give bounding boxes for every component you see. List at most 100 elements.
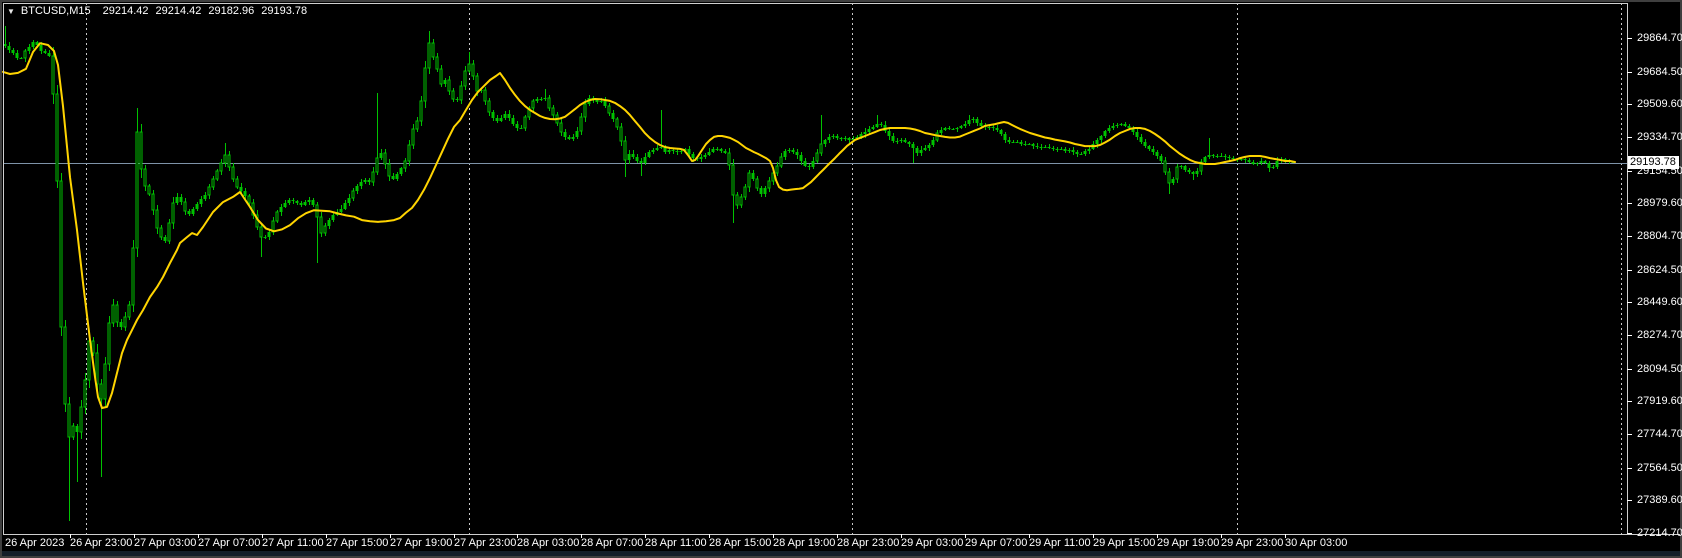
candle-body [416, 121, 418, 129]
candle-body [72, 426, 74, 437]
candle-body [548, 98, 550, 108]
candle-body [428, 43, 430, 68]
candle-body [1016, 142, 1019, 143]
candle-body [864, 132, 867, 134]
candle-body [476, 76, 478, 91]
candle-body [904, 140, 907, 142]
price-axis-label: 27389.60 [1637, 494, 1681, 506]
candle-body [340, 209, 343, 212]
candle-body [28, 47, 31, 51]
candle-body [576, 131, 579, 137]
candle-body [216, 171, 218, 179]
candle-body [424, 68, 426, 101]
candle-body [920, 150, 923, 153]
candle-body [604, 101, 607, 106]
candle-body [868, 129, 871, 132]
candle-body [472, 64, 474, 76]
candle-body [564, 132, 567, 137]
candle-body [572, 137, 575, 139]
candle-body [844, 138, 847, 139]
candle-body [24, 51, 26, 58]
candle-body [840, 138, 843, 139]
candle-body [1116, 125, 1119, 126]
candle-body [820, 144, 822, 153]
time-axis-label: 28 Apr 03:00 [517, 537, 579, 549]
candle-body [932, 140, 935, 145]
candle-body [948, 128, 951, 129]
candle-body [980, 123, 983, 126]
time-axis-label: 29 Apr 23:00 [1221, 537, 1283, 549]
candle-body [944, 128, 947, 130]
candle-body [148, 186, 150, 194]
ohlc-close-value: 29193.78 [261, 5, 307, 18]
candle-body [1232, 158, 1235, 159]
candle-body [720, 149, 723, 151]
candle-body [1168, 172, 1170, 183]
candle-body [160, 228, 162, 237]
candle-body [708, 152, 711, 155]
price-axis-label: 27564.50 [1637, 462, 1681, 474]
candle-body [520, 128, 523, 129]
candle-body [156, 210, 158, 228]
candle-body [196, 204, 199, 209]
candle-body [456, 99, 459, 100]
candle-body [1156, 152, 1159, 156]
candle-body [1252, 162, 1255, 164]
candle-body [224, 155, 226, 163]
candle-body [1208, 155, 1211, 157]
candle-body [420, 101, 422, 121]
candle-body [724, 151, 727, 153]
candle-body [1020, 142, 1023, 144]
candle-body [1080, 154, 1083, 155]
candle-body [396, 174, 399, 179]
time-axis-label: 29 Apr 03:00 [901, 537, 963, 549]
candle-body [228, 155, 230, 167]
candle-body [736, 195, 738, 205]
candle-body [524, 117, 526, 128]
candle-body [448, 80, 450, 91]
candle-body [740, 197, 742, 205]
symbol-dropdown-icon[interactable]: ▼ [7, 5, 15, 18]
candle-body [320, 217, 322, 233]
candle-body [1172, 179, 1175, 183]
candle-body [880, 124, 883, 125]
candle-body [792, 150, 795, 152]
candle-body [264, 237, 267, 238]
candle-body [596, 100, 599, 102]
price-axis-label: 29864.70 [1637, 32, 1681, 44]
candle-body [356, 186, 359, 191]
candle-body [972, 119, 975, 120]
chart-header: ▼ BTCUSD,M15 29214.42 29214.42 29182.96 … [7, 5, 308, 18]
candle-body [364, 180, 367, 182]
candle-body [992, 127, 995, 128]
time-axis-label: 28 Apr 23:00 [837, 537, 899, 549]
candle-body [712, 149, 715, 152]
candle-body [836, 136, 839, 138]
price-axis-label: 29509.60 [1637, 98, 1681, 110]
candle-body [632, 154, 635, 157]
candle-body [744, 187, 746, 197]
candle-body [1048, 147, 1051, 148]
candle-body [1184, 166, 1187, 170]
candle-body [64, 327, 66, 404]
chart-plot-area[interactable] [0, 0, 1682, 558]
candle-body [540, 99, 543, 100]
price-axis-label: 27744.70 [1637, 428, 1681, 440]
candle-body [640, 161, 643, 163]
candle-body [1076, 152, 1079, 154]
candle-body [568, 137, 571, 139]
time-axis-label: 26 Apr 23:00 [70, 537, 132, 549]
candle-body [560, 123, 562, 132]
candle-body [168, 223, 170, 241]
candle-body [996, 128, 999, 130]
candle-body [796, 152, 799, 155]
candle-body [152, 194, 154, 210]
current-price-box: 29193.78 [1628, 156, 1679, 169]
candle-body [440, 69, 442, 84]
candle-body [1268, 163, 1271, 168]
candle-body [1084, 151, 1087, 154]
candle-body [1196, 171, 1199, 174]
candle-body [928, 145, 931, 148]
candle-body [280, 207, 283, 212]
candle-body [536, 99, 539, 101]
